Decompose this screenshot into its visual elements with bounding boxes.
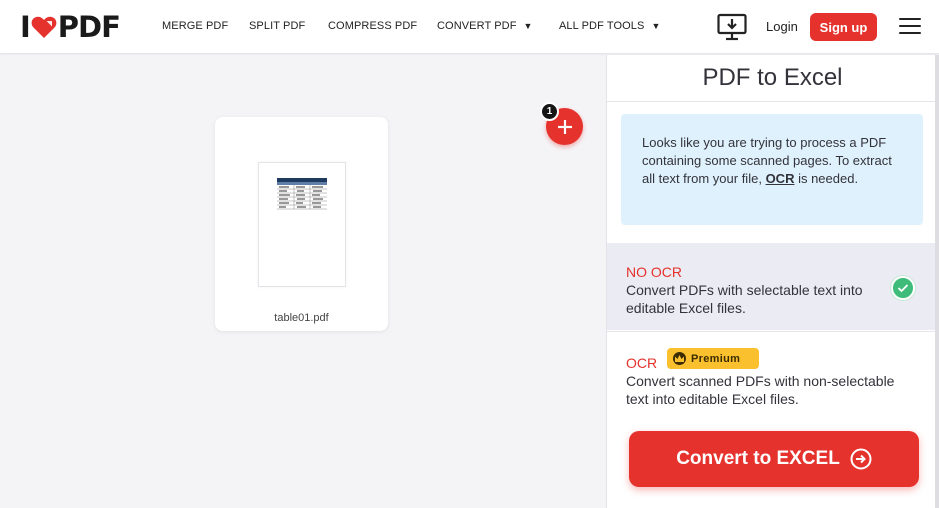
convert-to-excel-button[interactable]: Convert to EXCEL xyxy=(629,431,919,487)
nav-convert-pdf-label: CONVERT PDF xyxy=(437,20,517,32)
logo-text-i: I xyxy=(20,10,31,44)
option-no-ocr-desc: Convert PDFs with selectable text into e… xyxy=(626,282,863,316)
option-ocr[interactable]: OCR Premium Convert scanned PDFs with no… xyxy=(607,331,938,425)
download-desktop-icon[interactable] xyxy=(717,13,747,41)
ilovepdf-logo[interactable]: I PDF xyxy=(20,10,121,44)
nav-convert-pdf[interactable]: CONVERT PDF ▼ xyxy=(437,20,533,32)
ocr-info-box: Looks like you are trying to process a P… xyxy=(621,114,923,225)
file-card[interactable]: table01.pdf xyxy=(215,117,388,331)
file-count-badge: 1 xyxy=(540,102,559,121)
option-ocr-title: OCR xyxy=(626,355,658,371)
premium-label: Premium xyxy=(691,352,741,365)
nav-merge-pdf[interactable]: MERGE PDF xyxy=(162,20,228,32)
nav-split-pdf-label: SPLIT PDF xyxy=(249,20,306,32)
nav-compress-pdf-label: COMPRESS PDF xyxy=(328,20,418,32)
option-no-ocr-title: NO OCR xyxy=(626,264,682,280)
login-link[interactable]: Login xyxy=(766,19,798,34)
crown-icon xyxy=(673,352,686,365)
selected-check-icon xyxy=(891,276,915,300)
file-workspace: table01.pdf 1 xyxy=(0,55,606,508)
plus-icon xyxy=(557,119,572,134)
caret-down-icon: ▼ xyxy=(651,21,661,31)
convert-label: Convert to EXCEL xyxy=(676,448,840,469)
premium-badge: Premium xyxy=(667,348,759,369)
nav-all-pdf-tools-label: ALL PDF TOOLS xyxy=(559,20,645,32)
hamburger-menu-icon[interactable] xyxy=(899,18,921,36)
nav-compress-pdf[interactable]: COMPRESS PDF xyxy=(328,20,417,32)
nav-merge-pdf-label: MERGE PDF xyxy=(162,20,229,32)
file-thumbnail xyxy=(258,162,346,287)
option-ocr-desc: Convert scanned PDFs with non-selectable… xyxy=(626,373,895,407)
sidebar-title: PDF to Excel xyxy=(702,64,843,91)
table-preview-icon xyxy=(277,178,327,210)
signup-button[interactable]: Sign up xyxy=(810,13,877,41)
nav-split-pdf[interactable]: SPLIT PDF xyxy=(249,20,305,32)
ocr-link[interactable]: OCR xyxy=(766,171,795,186)
caret-down-icon: ▼ xyxy=(523,21,533,31)
sidebar-divider xyxy=(607,101,938,102)
arrow-right-circle-icon xyxy=(850,448,872,470)
info-tail: is needed. xyxy=(798,171,859,186)
option-no-ocr[interactable]: NO OCR Convert PDFs with selectable text… xyxy=(607,243,938,330)
top-navbar: I PDF MERGE PDF SPLIT PDF COMPRESS PDF C… xyxy=(0,0,939,54)
heart-logo-icon xyxy=(31,16,57,38)
sidebar-scrollbar[interactable] xyxy=(935,55,939,508)
file-name: table01.pdf xyxy=(274,312,329,324)
nav-all-pdf-tools[interactable]: ALL PDF TOOLS ▼ xyxy=(559,20,660,32)
options-sidebar: PDF to Excel Looks like you are trying t… xyxy=(606,55,938,508)
logo-text-pdf: PDF xyxy=(57,10,121,44)
